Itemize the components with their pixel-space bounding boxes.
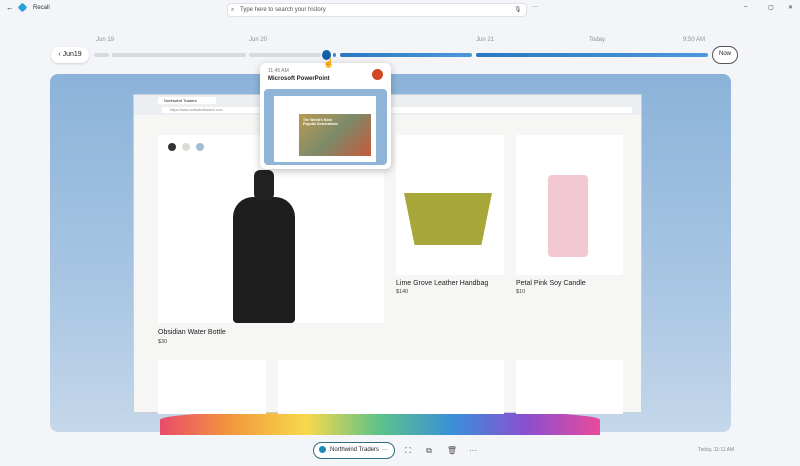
- product-price: $10: [516, 289, 526, 295]
- color-swatch[interactable]: [196, 143, 204, 151]
- back-arrow-icon[interactable]: ←: [6, 3, 14, 12]
- timeline-segment[interactable]: [249, 53, 321, 57]
- product-card[interactable]: [278, 360, 504, 414]
- product-name[interactable]: Obsidian Water Bottle: [158, 329, 226, 336]
- url-text: https://www.northwindtraders.com: [170, 108, 223, 112]
- more-options-icon[interactable]: ···: [532, 4, 538, 10]
- back-label: Jun19: [62, 51, 82, 58]
- timeline-segment[interactable]: [476, 53, 708, 57]
- app-pill-button[interactable]: Northwind Traders ···: [313, 442, 395, 459]
- close-button[interactable]: ✕: [788, 4, 793, 11]
- search-icon: ⌕: [231, 7, 235, 13]
- pill-more-icon[interactable]: ···: [382, 443, 388, 457]
- hover-preview-card[interactable]: 11:45 AM Microsoft PowerPoint The World'…: [260, 63, 391, 169]
- product-price: $140: [396, 289, 409, 295]
- delete-icon[interactable]: 🗑: [445, 444, 459, 458]
- color-swatch[interactable]: [182, 143, 190, 151]
- app-pill-label: Northwind Traders: [330, 447, 380, 453]
- minimize-button[interactable]: –: [744, 4, 747, 10]
- now-button[interactable]: Now: [712, 46, 738, 64]
- timeline-segment[interactable]: [94, 53, 109, 57]
- microphone-icon[interactable]: 🎙: [514, 4, 522, 16]
- search-placeholder: Type here to search your history: [240, 7, 326, 13]
- timeline-label: Today: [589, 37, 606, 43]
- color-swatch[interactable]: [168, 143, 176, 151]
- timeline-label: Jun 19: [96, 37, 115, 43]
- timeline-segment[interactable]: [333, 53, 336, 57]
- candle-image: [548, 175, 588, 257]
- timeline-label: Jun 21: [476, 37, 495, 43]
- edge-icon: [319, 446, 326, 453]
- powerpoint-window: The World's Most Popular Destinations: [274, 96, 376, 162]
- more-options-icon[interactable]: ···: [466, 444, 480, 458]
- timeline-back-button[interactable]: ‹ Jun19: [51, 47, 89, 63]
- timeline-label: 9:50 AM: [683, 37, 706, 43]
- title-bar: ← Recall ⌕ Type here to search your hist…: [0, 0, 800, 18]
- handbag-image: [404, 193, 492, 245]
- product-card[interactable]: [158, 360, 266, 414]
- bottle-cap: [254, 170, 274, 200]
- slide-image: The World's Most Popular Destinations: [299, 114, 371, 156]
- snapshot-timestamp: Today, 11:11 AM: [698, 447, 735, 453]
- preview-app-name: Microsoft PowerPoint: [268, 76, 330, 82]
- slide-title: The World's Most Popular Destinations: [303, 118, 339, 126]
- search-input[interactable]: ⌕ Type here to search your history 🎙: [227, 3, 527, 17]
- app-title: Recall: [33, 5, 50, 11]
- address-bar[interactable]: https://www.northwindtraders.com: [162, 107, 632, 113]
- product-price: $30: [158, 339, 168, 345]
- product-card[interactable]: [516, 360, 623, 414]
- product-card[interactable]: [396, 135, 504, 275]
- product-name[interactable]: Lime Grove Leather Handbag: [396, 280, 488, 287]
- timeline-label: Jun 20: [249, 37, 268, 43]
- product-name[interactable]: Petal Pink Soy Candle: [516, 280, 586, 287]
- tab-title: Northwind Traders: [164, 98, 197, 103]
- copy-icon[interactable]: ⧉: [422, 444, 436, 458]
- powerpoint-icon: [372, 69, 383, 80]
- hand-cursor-icon: ☝: [323, 58, 335, 68]
- timeline-segment[interactable]: [340, 53, 472, 57]
- maximize-button[interactable]: ▢: [768, 4, 774, 11]
- timeline-segment[interactable]: [112, 53, 246, 57]
- preview-time: 11:45 AM: [268, 68, 289, 74]
- recall-logo-icon: [17, 2, 28, 13]
- browser-tab[interactable]: Northwind Traders: [158, 97, 216, 104]
- product-card[interactable]: [516, 135, 623, 275]
- preview-thumbnail: The World's Most Popular Destinations: [264, 89, 387, 165]
- water-bottle-image: [233, 197, 295, 323]
- screenshot-icon[interactable]: ⛶: [401, 444, 415, 458]
